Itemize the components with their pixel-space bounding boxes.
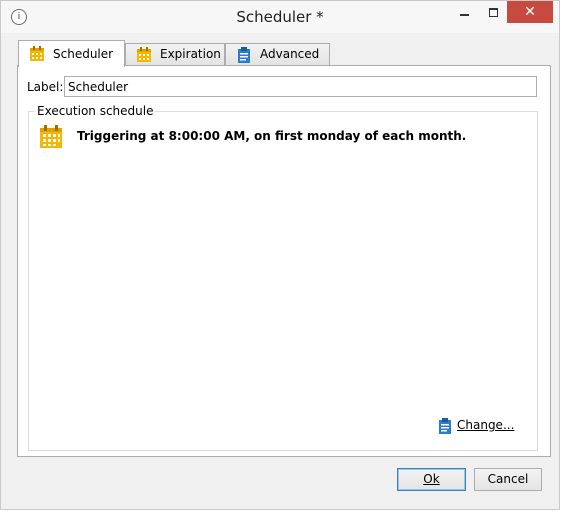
tab-advanced-label: Advanced — [260, 47, 320, 61]
calendar-icon — [30, 46, 44, 61]
tab-advanced[interactable]: Advanced — [225, 43, 330, 65]
tab-scheduler[interactable]: Scheduler — [18, 40, 125, 67]
clipboard-icon — [439, 418, 451, 434]
ok-button-label: Ok — [423, 472, 440, 486]
execution-schedule-group: Execution schedule Triggering at 8:00:00… — [28, 104, 538, 451]
label-input[interactable] — [64, 76, 537, 97]
close-button[interactable]: ✕ — [507, 1, 553, 23]
title-bar[interactable]: i Scheduler * ✕ — [1, 1, 559, 33]
maximize-button[interactable] — [479, 1, 509, 23]
cancel-button-label: Cancel — [487, 472, 529, 486]
tab-scheduler-label: Scheduler — [53, 47, 114, 61]
clipboard-icon — [238, 47, 250, 63]
calendar-icon — [137, 47, 151, 62]
minimize-button[interactable] — [449, 1, 479, 23]
group-legend: Execution schedule — [35, 104, 156, 118]
tab-panel: Label: Execution schedule Triggering at … — [17, 65, 551, 457]
ok-button[interactable]: Ok — [397, 468, 466, 491]
change-link-label: Change... — [457, 418, 515, 432]
tab-expiration[interactable]: Expiration — [125, 43, 225, 65]
scheduler-dialog: i Scheduler * ✕ Scheduler Expiration Adv… — [0, 0, 560, 510]
tab-expiration-label: Expiration — [160, 47, 221, 61]
cancel-button[interactable]: Cancel — [474, 468, 542, 491]
label-caption: Label: — [27, 80, 64, 94]
schedule-summary: Triggering at 8:00:00 AM, on first monda… — [77, 129, 467, 143]
calendar-icon — [40, 125, 62, 148]
